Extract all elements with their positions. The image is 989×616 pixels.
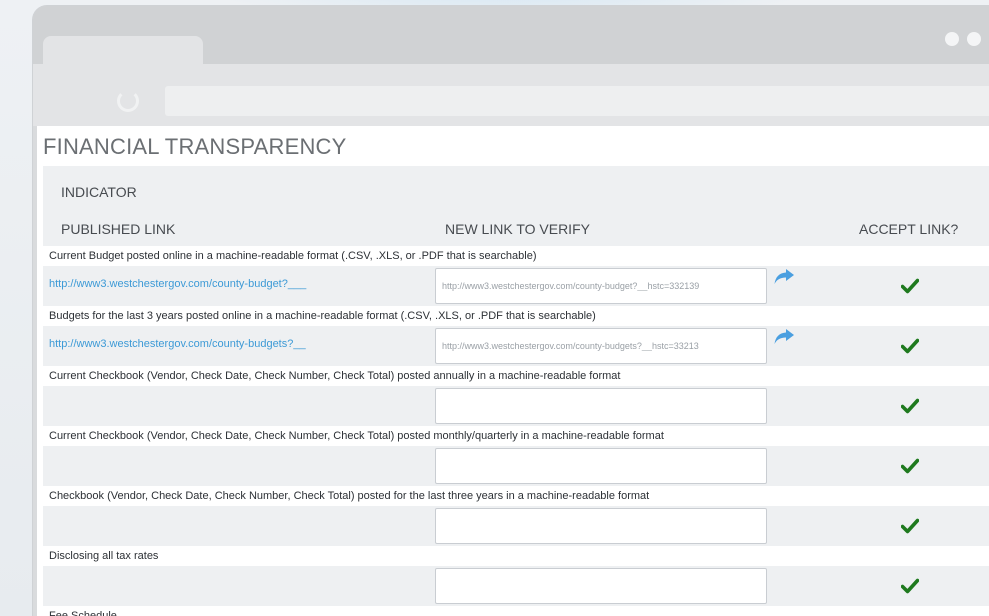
indicator-row [43, 446, 989, 486]
dot-icon [945, 32, 959, 46]
verify-link-input[interactable] [435, 508, 767, 544]
indicator-description: Budgets for the last 3 years posted onli… [43, 306, 989, 326]
accept-link-header: ACCEPT LINK? [859, 221, 959, 237]
indicator-description: Current Checkbook (Vendor, Check Date, C… [43, 426, 989, 446]
share-icon[interactable] [773, 328, 795, 346]
verify-link-input[interactable] [435, 328, 767, 364]
checkmark-icon[interactable] [900, 398, 920, 414]
indicator-description: Current Budget posted online in a machin… [43, 246, 989, 266]
checkmark-icon[interactable] [900, 518, 920, 534]
reload-icon[interactable] [117, 90, 139, 112]
checkmark-icon[interactable] [900, 278, 920, 294]
verify-link-input[interactable] [435, 448, 767, 484]
indicator-description: Fee Schedule [43, 606, 989, 616]
share-icon[interactable] [773, 268, 795, 286]
browser-window: FINANCIAL TRANSPARENCY INDICATOR PUBLISH… [33, 6, 989, 616]
indicator-description: Checkbook (Vendor, Check Date, Check Num… [43, 486, 989, 506]
indicator-heading: INDICATOR [61, 184, 137, 200]
indicator-description: Disclosing all tax rates [43, 546, 989, 566]
window-menu-dots[interactable] [945, 32, 989, 46]
published-link[interactable]: http://www3.westchestergov.com/county-bu… [49, 338, 306, 350]
checkmark-icon[interactable] [900, 578, 920, 594]
checkmark-icon[interactable] [900, 458, 920, 474]
page-title: FINANCIAL TRANSPARENCY [43, 134, 347, 159]
verify-link-input[interactable] [435, 568, 767, 604]
indicator-description: Current Checkbook (Vendor, Check Date, C… [43, 366, 989, 386]
indicator-row [43, 386, 989, 426]
indicator-row: http://www3.westchestergov.com/county-bu… [43, 266, 989, 306]
verify-link-input[interactable] [435, 388, 767, 424]
indicator-row [43, 566, 989, 606]
indicator-row: http://www3.westchestergov.com/county-bu… [43, 326, 989, 366]
url-field[interactable] [165, 86, 989, 116]
indicator-row [43, 506, 989, 546]
new-link-header: NEW LINK TO VERIFY [445, 221, 590, 237]
published-link[interactable]: http://www3.westchestergov.com/county-bu… [49, 278, 306, 290]
page-content: FINANCIAL TRANSPARENCY INDICATOR PUBLISH… [37, 126, 989, 616]
checkmark-icon[interactable] [900, 338, 920, 354]
published-link-header: PUBLISHED LINK [61, 221, 176, 237]
dot-icon [967, 32, 981, 46]
indicator-panel: INDICATOR PUBLISHED LINK NEW LINK TO VER… [43, 166, 989, 616]
browser-tab[interactable] [43, 36, 203, 66]
browser-titlebar [33, 6, 989, 66]
verify-link-input[interactable] [435, 268, 767, 304]
address-bar [33, 64, 989, 126]
